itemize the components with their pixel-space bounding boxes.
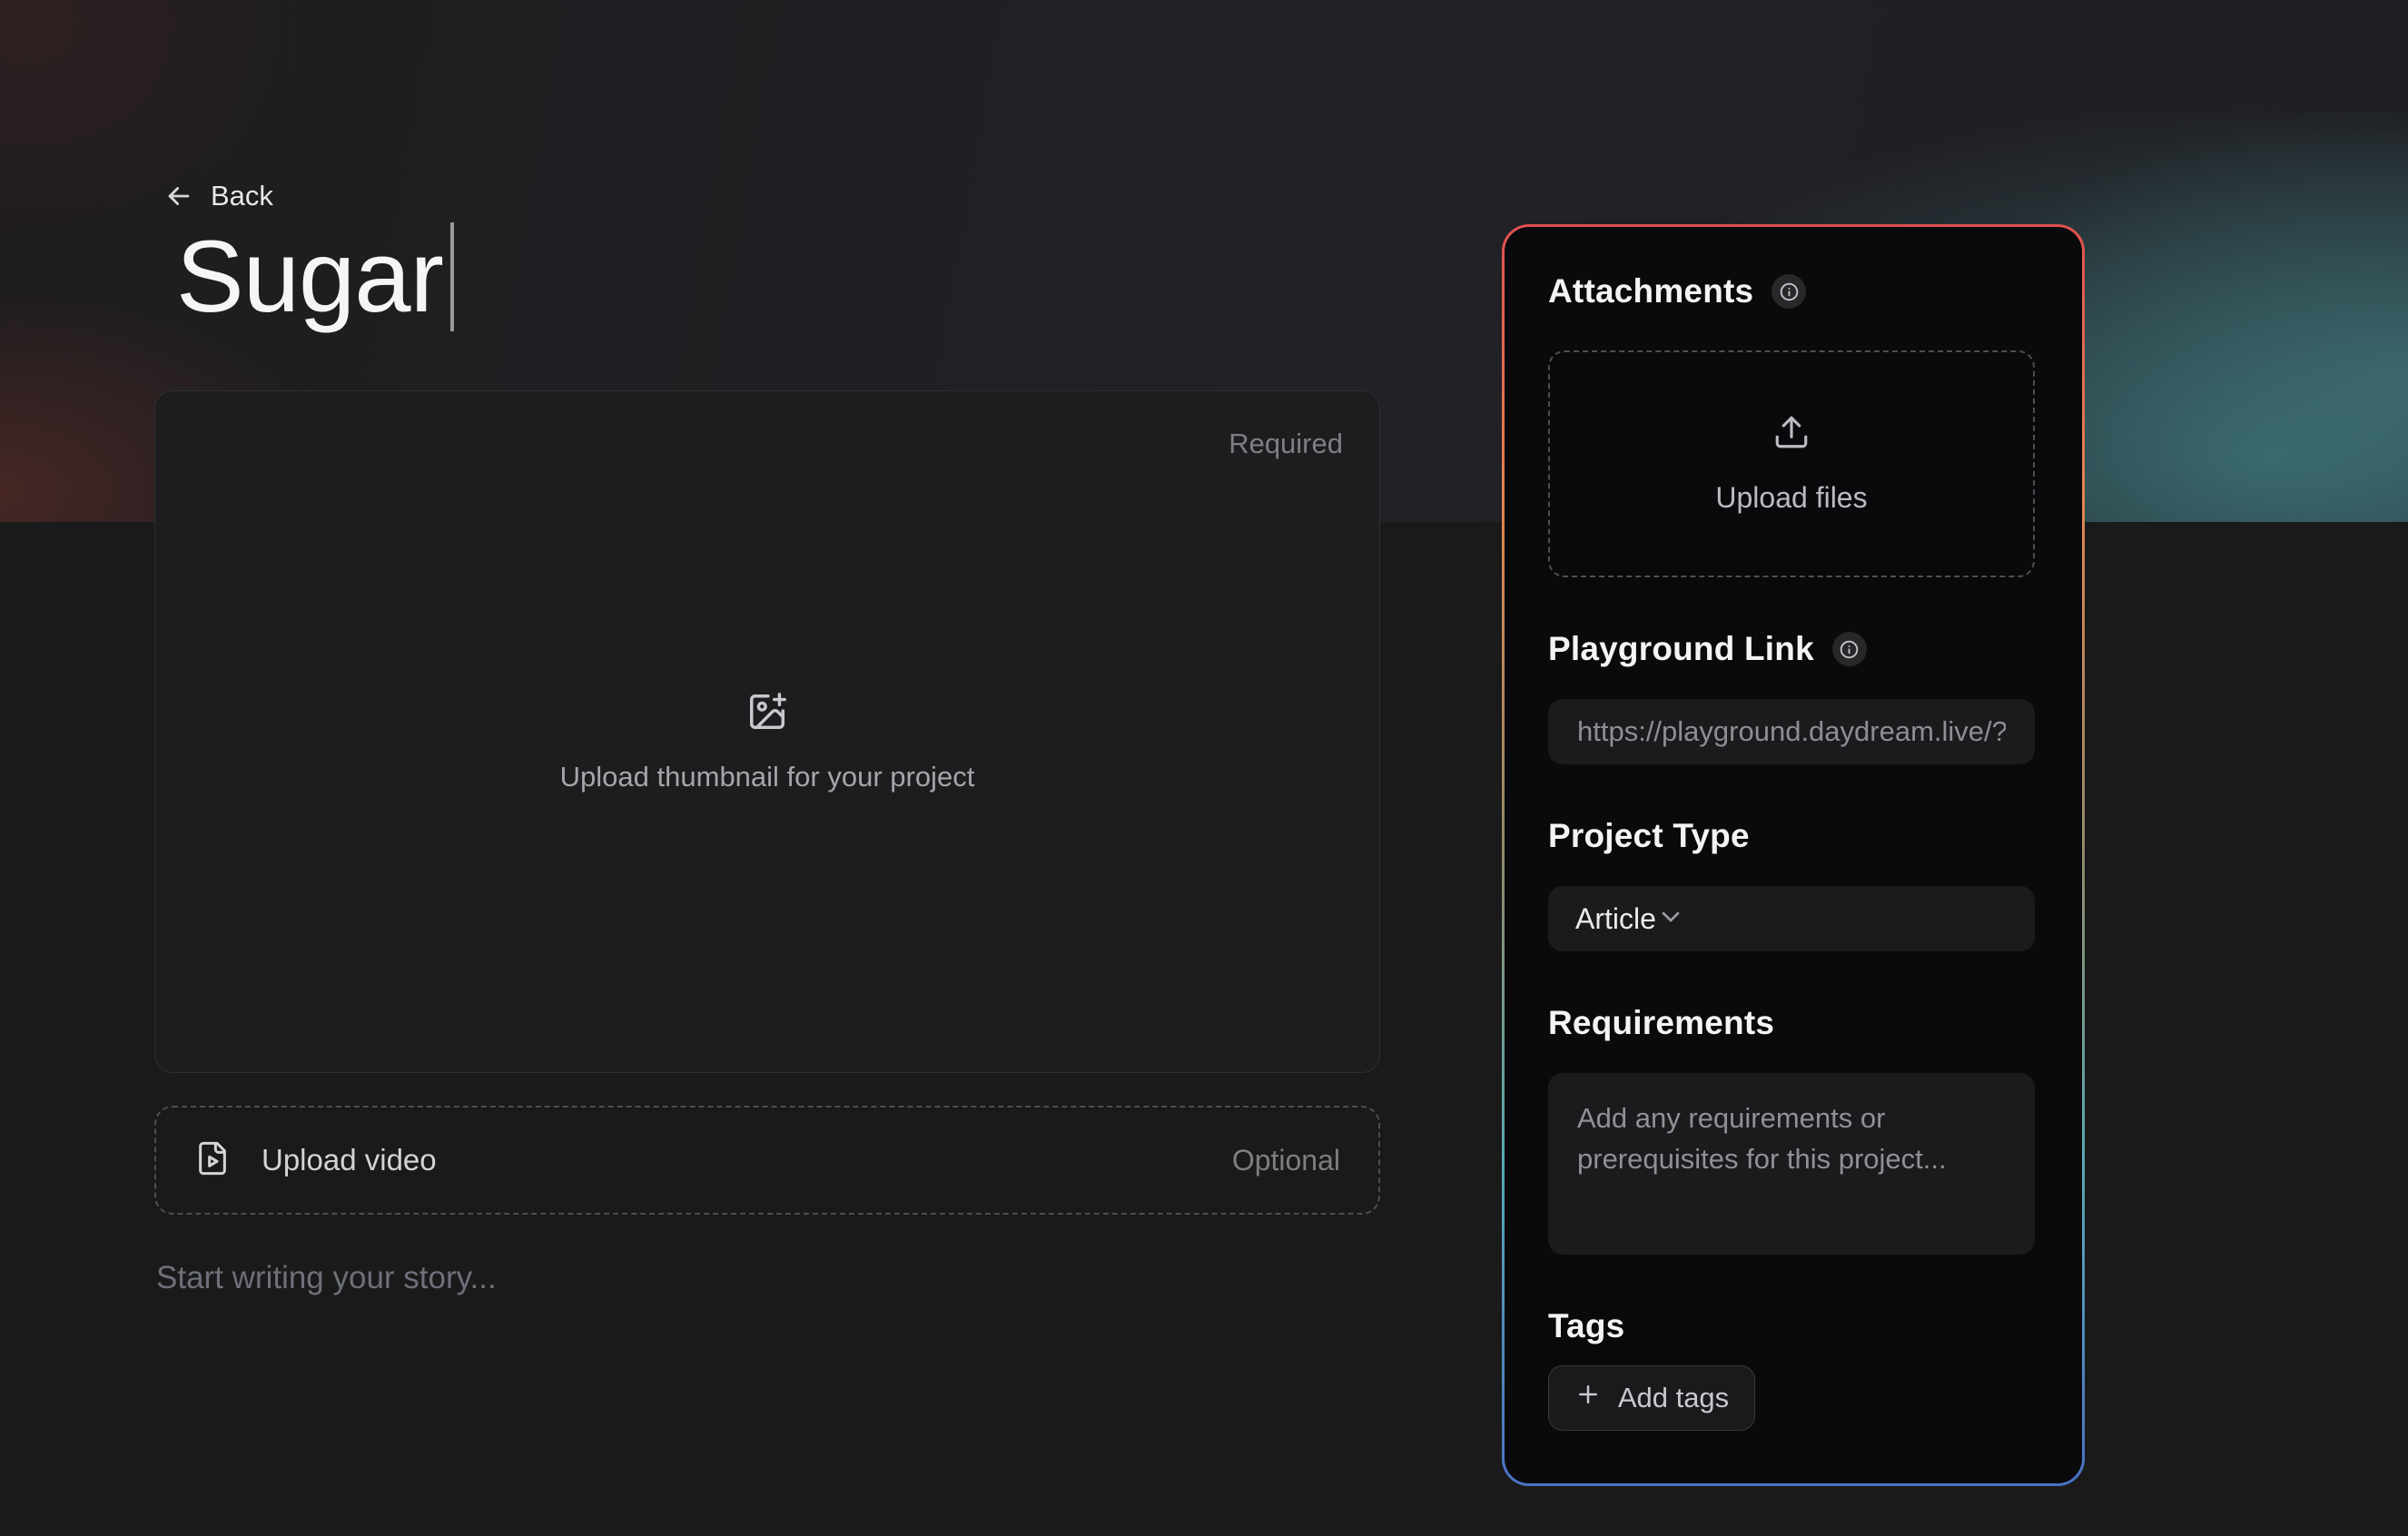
playground-title: Playground Link (1548, 630, 1814, 668)
chevron-down-icon (1656, 902, 1685, 936)
requirements-textarea[interactable] (1548, 1073, 2035, 1255)
text-caret (450, 222, 454, 331)
video-upload-area[interactable]: Upload video Optional (154, 1106, 1380, 1215)
title-text: Sugar (176, 218, 443, 335)
attachments-info-icon[interactable] (1771, 274, 1806, 309)
file-video-icon (194, 1140, 231, 1181)
upload-icon (1772, 413, 1811, 456)
thumbnail-upload-label: Upload thumbnail for your project (560, 761, 975, 793)
arrow-left-icon (163, 181, 194, 212)
video-upload-label: Upload video (262, 1143, 437, 1177)
optional-badge: Optional (1232, 1144, 1340, 1177)
image-plus-icon (746, 691, 788, 737)
project-type-select[interactable]: Article (1548, 886, 2035, 951)
project-type-title: Project Type (1548, 817, 1750, 855)
plus-icon (1574, 1381, 1602, 1415)
attachments-title: Attachments (1548, 272, 1753, 310)
add-tags-button[interactable]: Add tags (1548, 1365, 1755, 1431)
project-type-section-header: Project Type (1548, 817, 2035, 855)
back-label: Back (211, 180, 273, 212)
upload-files-dropzone[interactable]: Upload files (1548, 350, 2035, 577)
add-tags-label: Add tags (1618, 1382, 1729, 1414)
back-button[interactable]: Back (163, 180, 273, 212)
playground-section-header: Playground Link (1548, 630, 2035, 668)
required-badge: Required (1229, 428, 1343, 460)
tags-title: Tags (1548, 1307, 1624, 1345)
story-editor[interactable]: Start writing your story... (156, 1260, 497, 1296)
thumbnail-upload-hint: Upload thumbnail for your project (155, 691, 1379, 793)
thumbnail-upload-area[interactable]: Required Upload thumbnail for your proje… (154, 390, 1380, 1073)
playground-link-input[interactable] (1548, 699, 2035, 764)
project-editor-page: Back Sugar Required Upload thumbnail for… (0, 0, 2408, 1536)
requirements-section-header: Requirements (1548, 1004, 2035, 1042)
title-input[interactable]: Sugar (176, 218, 454, 335)
project-type-value: Article (1575, 902, 1656, 936)
details-panel-gradient-border: Attachments Upload files Playground (1502, 224, 2085, 1486)
tags-section-header: Tags (1548, 1307, 2035, 1345)
details-panel: Attachments Upload files Playground (1505, 227, 2082, 1483)
attachments-section-header: Attachments (1548, 272, 2035, 310)
requirements-title: Requirements (1548, 1004, 1774, 1042)
upload-files-label: Upload files (1715, 481, 1867, 515)
playground-info-icon[interactable] (1832, 632, 1867, 666)
